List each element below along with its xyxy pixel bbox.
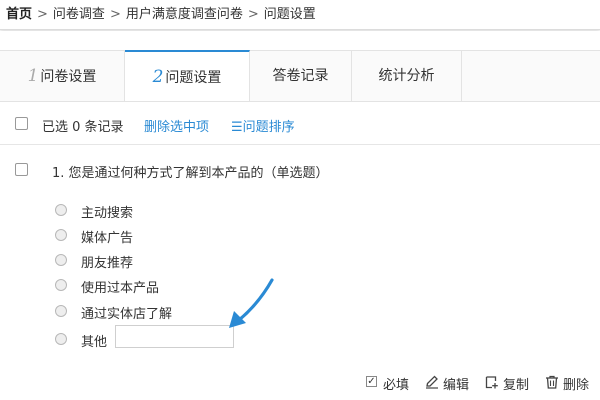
option-label: 媒体广告 <box>81 231 134 246</box>
pointer-arrow-icon <box>229 278 274 328</box>
other-text-input[interactable] <box>115 325 234 348</box>
breadcrumb-home[interactable]: 首页 <box>6 7 32 22</box>
option-label: 朋友推荐 <box>81 256 134 271</box>
radio-button[interactable] <box>55 333 67 345</box>
copy-button[interactable]: 复制 <box>485 373 540 393</box>
question-text: 1. 您是通过何种方式了解到本产品的 <box>52 166 264 181</box>
tab-number: 1 <box>27 66 39 86</box>
question-sort-link[interactable]: ☰问题排序 <box>231 116 295 135</box>
question-title: 1. 您是通过何种方式了解到本产品的（单选题） <box>52 162 329 181</box>
tab-label: 问题设置 <box>165 70 222 86</box>
question-type: （单选题） <box>263 166 329 181</box>
required-toggle[interactable]: ✓ 必填 <box>365 373 415 393</box>
breadcrumb-item[interactable]: 问卷调查 <box>53 7 105 22</box>
radio-button[interactable] <box>55 305 67 317</box>
tab-question-settings[interactable]: 2 问题设置 <box>125 50 250 101</box>
option-label: 主动搜索 <box>81 206 134 221</box>
required-checkbox[interactable]: ✓ <box>366 376 377 387</box>
tab-label: 问卷设置 <box>40 69 97 85</box>
radio-button[interactable] <box>55 204 67 216</box>
tab-survey-settings[interactable]: 1 问卷设置 <box>0 51 125 101</box>
delete-selected-link[interactable]: 删除选中项 <box>144 116 209 135</box>
required-label: 必填 <box>383 378 410 393</box>
spacer <box>0 31 600 50</box>
copy-label: 复制 <box>503 378 530 393</box>
breadcrumb-item[interactable]: 用户满意度调查问卷 <box>126 7 243 22</box>
tab-statistics[interactable]: 统计分析 <box>352 51 462 101</box>
breadcrumb-separator: > <box>109 7 121 22</box>
tab-number: 2 <box>152 67 164 87</box>
copy-icon <box>485 376 498 389</box>
breadcrumb-current: 问题设置 <box>263 7 316 22</box>
delete-label: 删除 <box>563 378 590 393</box>
question-card: 1. 您是通过何种方式了解到本产品的（单选题） 主动搜索 媒体广告 朋友推荐 使… <box>0 146 600 400</box>
pencil-icon <box>426 375 438 389</box>
question-select-checkbox[interactable] <box>15 163 28 176</box>
top-bar: 首页 > 问卷调查 > 用户满意度调查问卷 > 问题设置 <box>0 0 600 30</box>
select-all-checkbox[interactable] <box>15 117 28 130</box>
edit-label: 编辑 <box>443 378 470 393</box>
radio-button[interactable] <box>55 279 67 291</box>
tab-label: 答卷记录 <box>272 68 329 84</box>
tab-bar: 1 问卷设置 2 问题设置 答卷记录 统计分析 <box>0 50 600 102</box>
edit-button[interactable]: 编辑 <box>425 373 480 393</box>
list-toolbar: 已选 0 条记录 删除选中项 ☰问题排序 <box>0 103 600 145</box>
breadcrumb-separator: > <box>247 7 259 22</box>
selected-count: 已选 0 条记录 <box>42 120 124 135</box>
option-label: 其他 <box>81 335 108 350</box>
tab-label: 统计分析 <box>378 68 435 84</box>
option-label: 通过实体店了解 <box>81 307 173 322</box>
delete-button[interactable]: 删除 <box>545 373 600 393</box>
radio-button[interactable] <box>55 254 67 266</box>
radio-button[interactable] <box>55 229 67 241</box>
trash-icon <box>546 375 558 389</box>
breadcrumb-separator: > <box>37 7 48 22</box>
breadcrumb: 首页 > 问卷调查 > 用户满意度调查问卷 > 问题设置 <box>6 3 316 22</box>
tab-answer-records[interactable]: 答卷记录 <box>250 51 352 101</box>
option-label: 使用过本产品 <box>81 281 160 296</box>
